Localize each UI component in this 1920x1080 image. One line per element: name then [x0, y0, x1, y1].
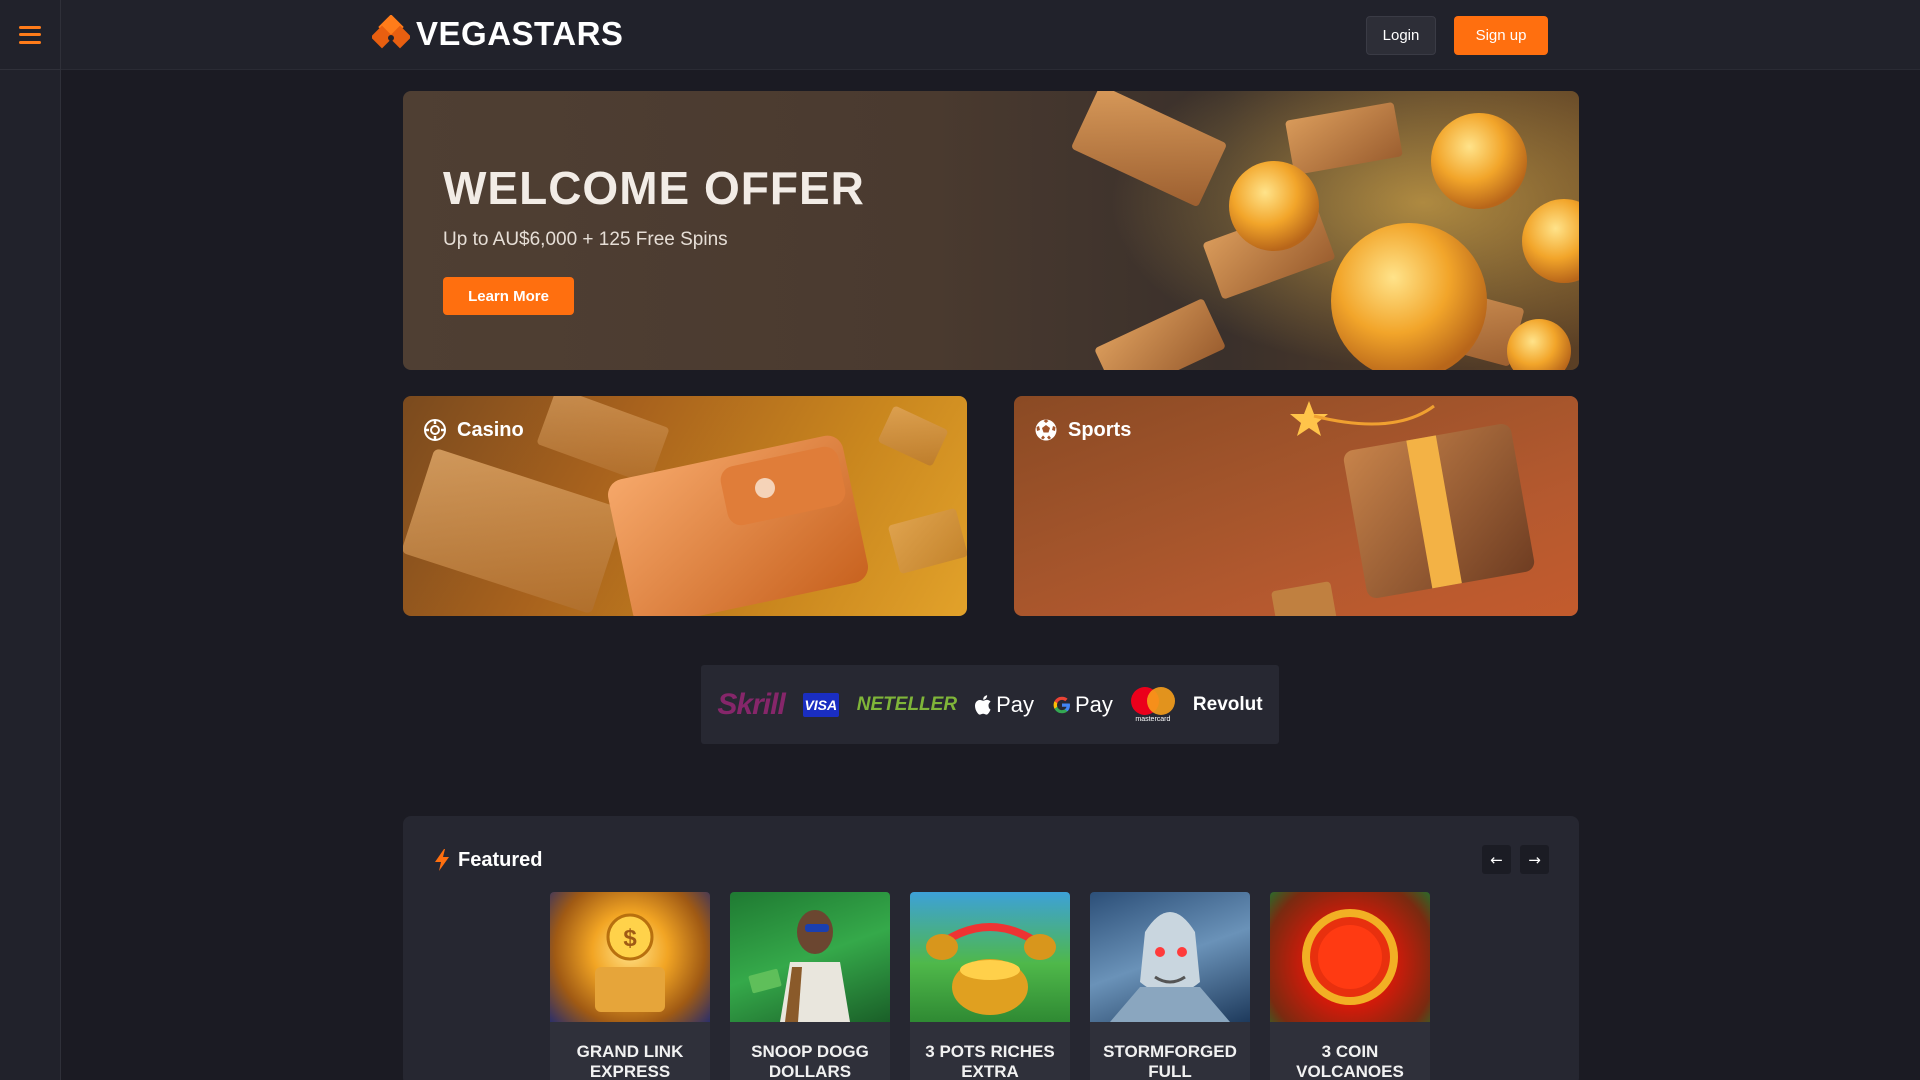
hamburger-menu-icon [19, 25, 41, 44]
hero-title: WELCOME OFFER [443, 162, 865, 214]
neteller-logo: NETELLER [856, 693, 958, 715]
google-g-icon [1053, 696, 1070, 713]
spade-diamond-logo-icon [372, 15, 410, 49]
game-thumbnail [910, 892, 1070, 1022]
game-thumbnail [1090, 892, 1250, 1022]
game-card[interactable]: 3 COIN VOLCANOES [1270, 892, 1430, 1080]
game-thumbnail: $ [550, 892, 710, 1022]
featured-games-list: $ GRAND LINK EXPRESS SNOOP DOGG DOLLARS [550, 892, 1430, 1080]
top-header: VEGASTARS Login Sign up [61, 0, 1920, 70]
google-pay-logo: Pay [1052, 692, 1113, 718]
game-thumbnail [730, 892, 890, 1022]
learn-more-button[interactable]: Learn More [443, 277, 574, 315]
carousel-next-button[interactable]: → [1520, 845, 1549, 874]
sidebar-rail [0, 0, 61, 1080]
svg-text:$: $ [623, 925, 637, 952]
login-button[interactable]: Login [1366, 16, 1436, 55]
apple-icon [975, 694, 991, 715]
casino-label: Casino [457, 418, 524, 441]
google-pay-text: Pay [1074, 691, 1113, 717]
soccer-ball-icon [1035, 419, 1057, 441]
casino-chip-icon [424, 419, 446, 441]
sports-category-label: Sports [1034, 418, 1131, 442]
casino-category-label: Casino [423, 418, 524, 442]
sports-label: Sports [1068, 418, 1132, 441]
game-title: 3 POTS RICHES EXTRA [910, 1022, 1070, 1080]
apple-pay-text: Pay [996, 691, 1034, 717]
mastercard-circles-icon [1130, 686, 1175, 715]
carousel-prev-button[interactable]: ← [1482, 845, 1511, 874]
game-card[interactable]: SNOOP DOGG DOLLARS [730, 892, 890, 1080]
game-card[interactable]: $ GRAND LINK EXPRESS [550, 892, 710, 1080]
game-title: 3 COIN VOLCANOES [1270, 1022, 1430, 1080]
game-card[interactable]: STORMFORGED FULL [1090, 892, 1250, 1080]
welcome-offer-banner: WELCOME OFFER Up to AU$6,000 + 125 Free … [403, 91, 1579, 370]
game-title: SNOOP DOGG DOLLARS [730, 1022, 890, 1080]
mastercard-text: mastercard [1135, 715, 1171, 723]
menu-button[interactable] [0, 0, 60, 70]
visa-logo: VISA [802, 692, 839, 717]
skrill-logo: Skrill [717, 687, 785, 721]
featured-header: Featured [432, 848, 542, 872]
game-title: STORMFORGED FULL [1090, 1022, 1250, 1080]
casino-category-card[interactable]: Casino [403, 396, 967, 616]
brand-name: VEGASTARS [416, 15, 624, 52]
coins-and-bills-illustration [1059, 91, 1579, 370]
mastercard-logo: mastercard [1130, 686, 1175, 723]
game-card[interactable]: 3 POTS RICHES EXTRA [910, 892, 1070, 1080]
game-title: GRAND LINK EXPRESS [550, 1022, 710, 1080]
apple-pay-logo: Pay [975, 692, 1034, 718]
signup-button[interactable]: Sign up [1454, 16, 1548, 55]
payment-methods-strip: Skrill VISA NETELLER Pay Pay mastercard … [701, 665, 1279, 744]
lightning-bolt-icon [435, 849, 449, 871]
hero-subtitle: Up to AU$6,000 + 125 Free Spins [443, 229, 728, 250]
featured-games-section: Featured ← → $ GRAND LINK EXPRESS SNOOP … [403, 816, 1579, 1080]
sports-category-card[interactable]: Sports [1014, 396, 1578, 616]
revolut-logo: Revolut [1192, 693, 1263, 715]
game-thumbnail [1270, 892, 1430, 1022]
featured-title: Featured [458, 848, 543, 871]
brand-logo[interactable]: VEGASTARS [372, 15, 623, 53]
